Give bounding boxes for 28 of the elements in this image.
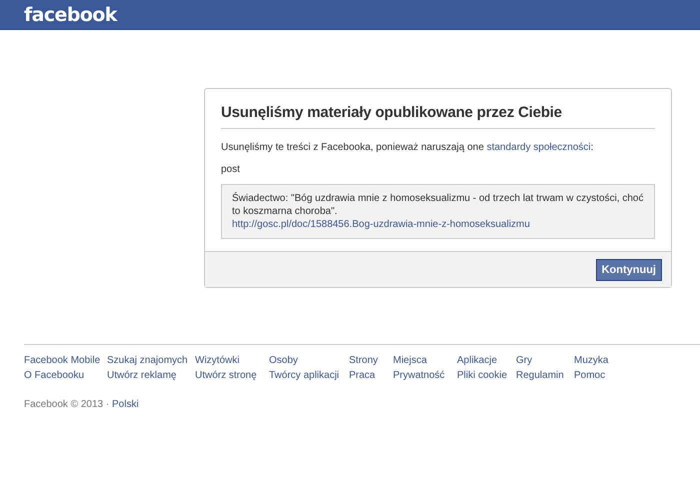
footer-link[interactable]: Twórcy aplikacji	[269, 370, 349, 381]
dialog-title: Usunęliśmy materiały opublikowane przez Ciebie	[221, 104, 655, 129]
standards-link[interactable]: standardy społeczności	[486, 142, 591, 153]
footer-link[interactable]: O Facebooku	[24, 370, 107, 381]
copyright-text: Facebook © 2013 ·	[24, 399, 110, 410]
source-link[interactable]: http://gosc.pl/doc/1588456.Bog-uzdrawia-mnie-z-homoseksualizmu	[232, 218, 644, 231]
footer-link[interactable]: Pliki cookie	[457, 370, 516, 381]
footer-link[interactable]: Osoby	[269, 355, 349, 366]
footer-link[interactable]: Facebook Mobile	[24, 355, 107, 366]
footer-link[interactable]: Wizytówki	[195, 355, 269, 366]
footer-link[interactable]: Strony	[349, 355, 393, 366]
footer-link[interactable]: Prywatność	[393, 370, 457, 381]
footer-link[interactable]: Muzyka	[574, 355, 608, 366]
message-text: Usunęliśmy te treści z Facebooka, ponieważ naruszają one standardy społeczności:	[221, 142, 594, 153]
footer-link[interactable]: Pomoc	[574, 370, 608, 381]
content-type-label: post	[221, 164, 241, 175]
language-link[interactable]: Polski	[112, 399, 139, 410]
footer-link[interactable]: Utwórz reklamę	[107, 370, 195, 381]
footer-link[interactable]: Miejsca	[393, 355, 457, 366]
facebook-logo[interactable]: facebook	[24, 4, 117, 26]
footer-link[interactable]: Utwórz stronę	[195, 370, 269, 381]
footer-link[interactable]: Gry	[516, 355, 574, 366]
footer-link[interactable]: Szukaj znajomych	[107, 355, 195, 366]
continue-button[interactable]: Kontynuuj	[596, 258, 662, 280]
footer-link[interactable]: Praca	[349, 370, 393, 381]
footer-link[interactable]: Aplikacje	[457, 355, 516, 366]
footer-link[interactable]: Regulamin	[516, 370, 574, 381]
quote-text: Świadectwo: "Bóg uzdrawia mnie z homoseksualizmu - od trzech lat trwam w czystości, choć to koszmarna choroba".	[232, 192, 644, 218]
